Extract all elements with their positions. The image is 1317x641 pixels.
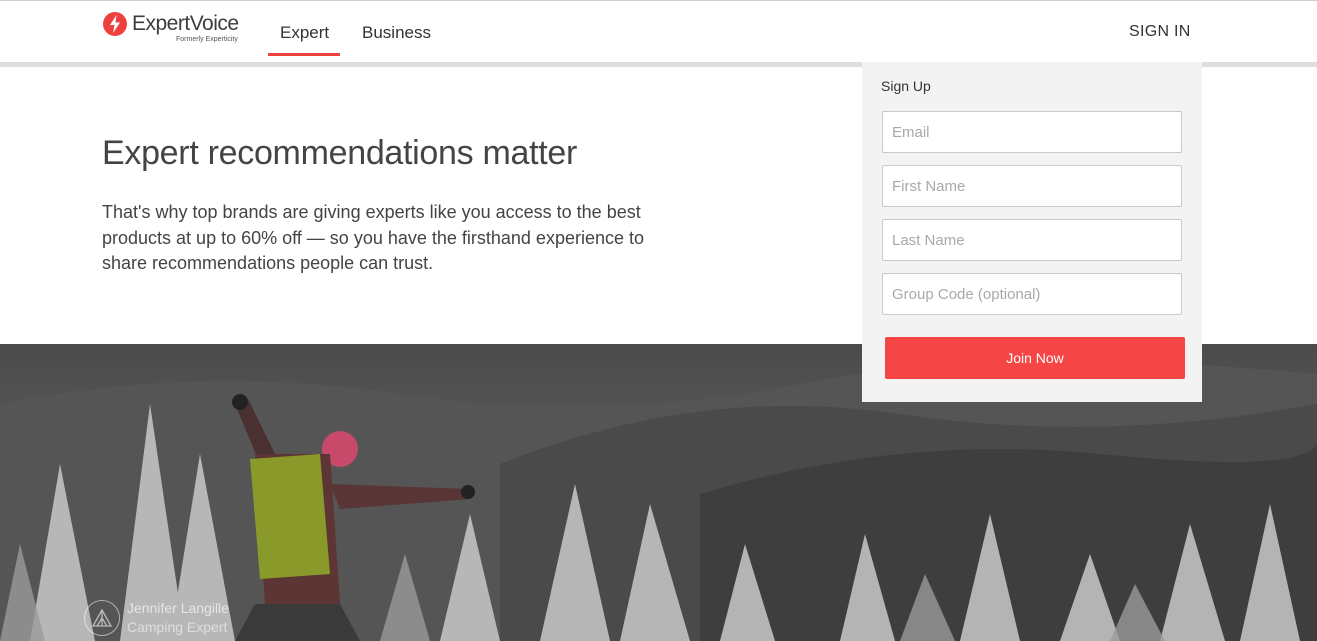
active-tab-indicator	[268, 53, 340, 56]
tent-icon	[84, 600, 120, 636]
sign-in-link[interactable]: SIGN IN	[1129, 23, 1191, 41]
first-name-field[interactable]	[882, 165, 1182, 207]
logo-text: ExpertVoice	[132, 12, 239, 35]
tab-business[interactable]: Business	[362, 23, 431, 43]
tab-expert[interactable]: Expert	[280, 23, 329, 43]
hero-body: That's why top brands are giving experts…	[102, 202, 645, 273]
photo-credit: Jennifer Langille Camping Expert	[84, 598, 284, 638]
email-field[interactable]	[882, 111, 1182, 153]
credit-name: Jennifer Langille	[127, 600, 229, 616]
expertvoice-logo[interactable]: ExpertVoice Formerly Experticity	[103, 11, 253, 49]
join-now-button[interactable]: Join Now	[885, 337, 1185, 379]
signup-title: Sign Up	[881, 78, 931, 94]
group-code-field[interactable]	[882, 273, 1182, 315]
credit-role: Camping Expert	[127, 619, 228, 635]
lightning-bolt-icon	[103, 12, 127, 36]
page: ExpertVoice Formerly Experticity Expert …	[0, 0, 1317, 641]
last-name-field[interactable]	[882, 219, 1182, 261]
logo-subtext: Formerly Experticity	[176, 36, 238, 43]
site-header: ExpertVoice Formerly Experticity Expert …	[0, 0, 1317, 62]
hero-title: Expert recommendations matter	[102, 134, 578, 172]
signup-panel: Sign Up Join Now	[862, 62, 1202, 402]
